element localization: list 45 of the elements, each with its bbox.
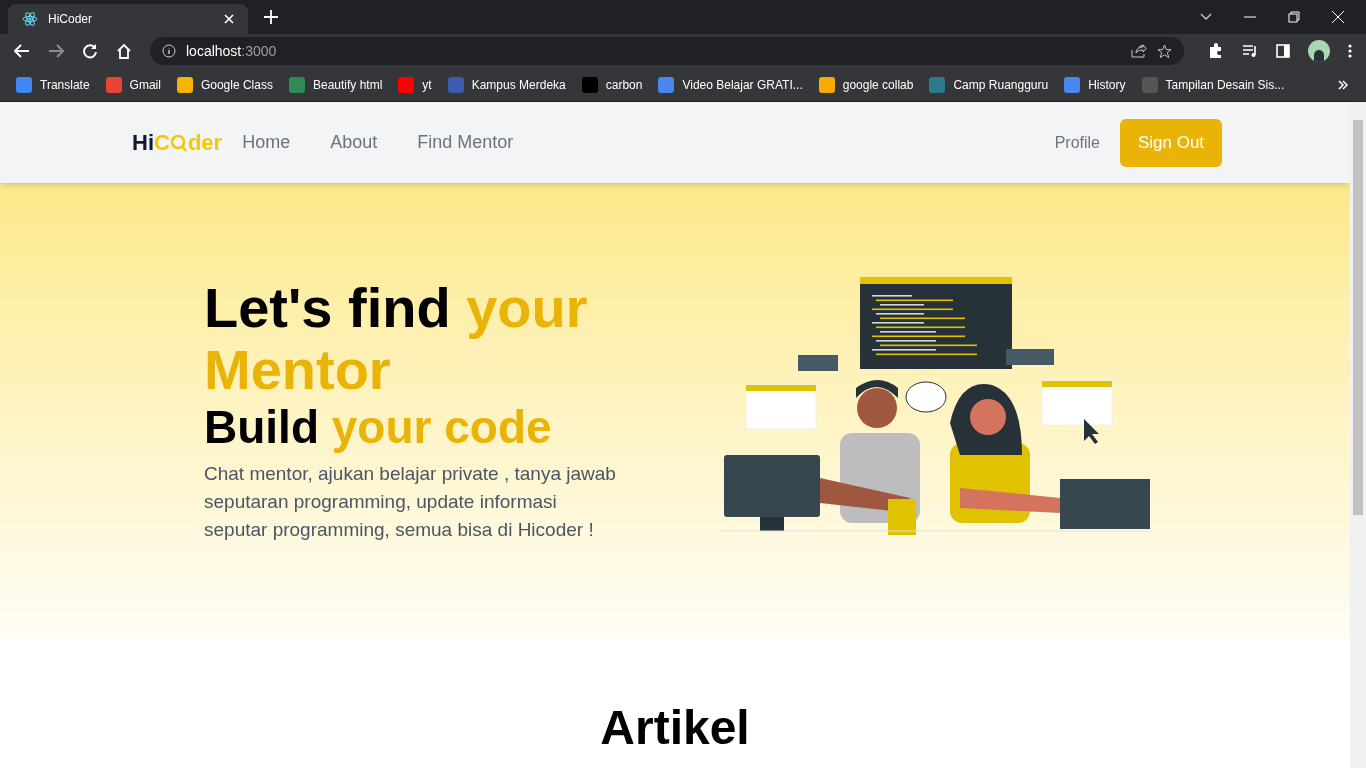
bookmark-link[interactable]: Beautify html — [312, 75, 383, 94]
bookmark-link[interactable]: History — [1088, 75, 1126, 94]
side-panel-icon[interactable] — [1276, 44, 1290, 58]
bookmark-link[interactable]: Translate — [40, 75, 90, 94]
hero-description: Chat mentor, ajukan belajar private , tanya jawab seputaran programming, update informasi seputar programming, semua bisa di Hicoder ! — [204, 461, 617, 542]
browser-tab[interactable]: HiCoder — [8, 4, 248, 34]
back-icon[interactable] — [14, 44, 30, 58]
hicoder-logo[interactable]: HiC der — [132, 131, 223, 154]
hero-subtitle: Build your code — [204, 400, 553, 454]
profile-link[interactable]: Profile — [1054, 130, 1100, 155]
nav-link[interactable]: Find Mentor — [417, 129, 514, 156]
restore-icon[interactable] — [1288, 11, 1300, 23]
home-icon[interactable] — [116, 43, 132, 59]
chevron-down-icon[interactable] — [1200, 13, 1212, 21]
star-icon[interactable] — [1157, 43, 1172, 59]
bookmark-link[interactable]: google collab — [842, 75, 914, 94]
chevrons-right-icon[interactable] — [1338, 79, 1348, 90]
tab-title: HiCoder — [48, 11, 93, 28]
info-icon[interactable] — [162, 44, 176, 58]
close-window-icon[interactable] — [1332, 11, 1344, 23]
nav-link[interactable]: Home — [242, 129, 291, 156]
new-tab-icon[interactable] — [264, 10, 278, 24]
nav-link[interactable]: About — [330, 129, 378, 156]
bookmark-link[interactable]: yt — [422, 75, 432, 94]
profile-avatar[interactable] — [1308, 40, 1330, 62]
forward-icon[interactable] — [48, 44, 64, 58]
scrollbar[interactable] — [1350, 102, 1366, 768]
section-heading: Artikel — [600, 704, 750, 752]
share-icon[interactable] — [1131, 44, 1147, 58]
bookmark-link[interactable]: Video Belajar GRATI... — [682, 75, 803, 94]
close-icon[interactable] — [224, 14, 234, 24]
bookmark-link[interactable]: Gmail — [129, 75, 161, 94]
bookmark-link[interactable]: carbon — [605, 75, 643, 94]
puzzle-icon[interactable] — [1208, 43, 1224, 59]
bookmark-link[interactable]: Tampilan Desain Sis... — [1165, 75, 1285, 94]
bookmark-link[interactable]: Google Class — [200, 75, 273, 94]
playlist-icon[interactable] — [1242, 44, 1258, 58]
more-icon[interactable] — [1348, 44, 1352, 58]
hero-title: Let's find your Mentor — [204, 277, 589, 401]
url-text: localhost:3000 — [186, 41, 278, 61]
address-bar[interactable]: localhost:3000 — [150, 37, 1184, 65]
atom-icon — [22, 11, 38, 27]
bookmark-link[interactable]: Camp Ruangguru — [953, 75, 1049, 94]
reload-icon[interactable] — [82, 43, 98, 59]
bookmark-link[interactable]: Kampus Merdeka — [471, 75, 566, 94]
